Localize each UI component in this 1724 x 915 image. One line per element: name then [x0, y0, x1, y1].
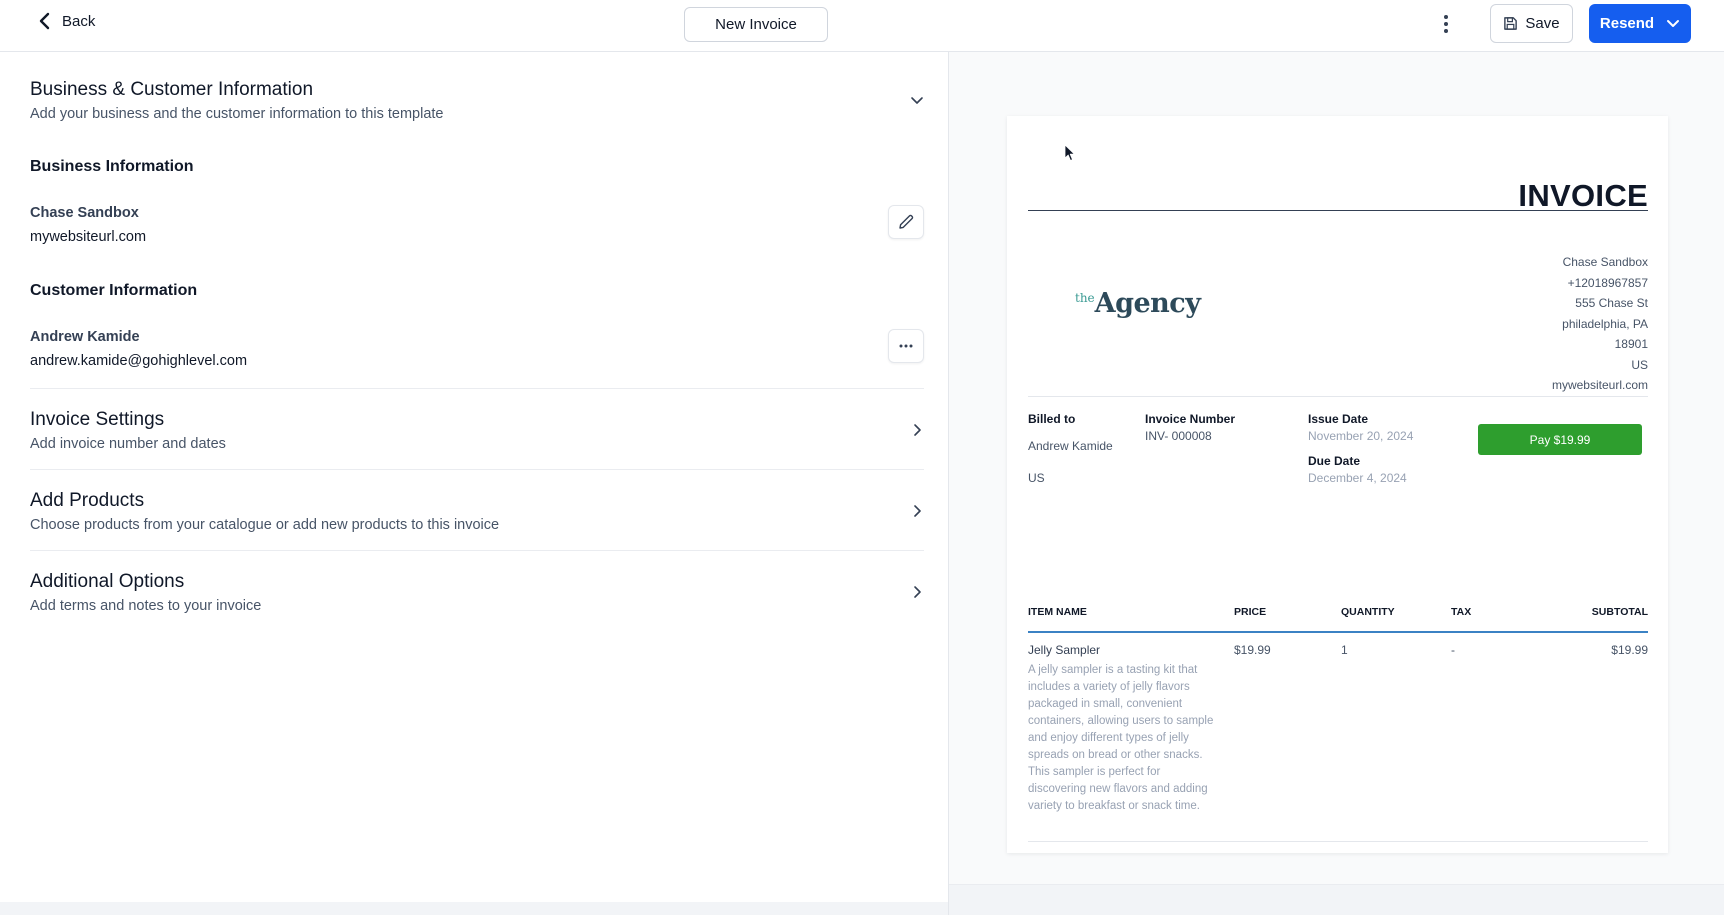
customer-name: Andrew Kamide [30, 329, 140, 345]
business-line: 555 Chase St [1575, 296, 1648, 310]
section-title: Add Products [30, 490, 145, 511]
column-header-tax: TAX [1451, 606, 1472, 618]
section-title: Additional Options [30, 571, 185, 592]
business-line: US [1631, 357, 1648, 372]
table-header-rule [1028, 631, 1648, 633]
column-header-price: PRICE [1234, 606, 1267, 618]
business-address-block: Chase Sandbox +12018967857 555 Chase St … [1552, 252, 1648, 396]
item-subtotal: $19.99 [1611, 643, 1648, 657]
chevron-down-icon[interactable] [910, 94, 924, 108]
issue-date: November 20, 2024 [1308, 429, 1414, 443]
issue-date-label: Issue Date [1308, 412, 1369, 426]
resend-button[interactable]: Resend [1589, 4, 1691, 43]
business-logo: theAgency [1075, 288, 1201, 319]
chevron-left-icon [39, 12, 50, 30]
invoice-preview: INVOICE theAgency Chase Sandbox +1201896… [1007, 116, 1668, 853]
section-business-customer[interactable]: Business & Customer Information Add your… [30, 78, 924, 124]
section-additional-options[interactable]: Additional Options Add terms and notes t… [30, 570, 924, 616]
item-description: A jelly sampler is a tasting kit that in… [1028, 664, 1214, 812]
column-header-subtotal: SUBTOTAL [1591, 606, 1648, 618]
heading-rule [1028, 210, 1648, 211]
more-options-icon[interactable] [1436, 12, 1456, 36]
section-subtitle: Add invoice number and dates [30, 436, 226, 452]
mouse-cursor-icon [1064, 144, 1075, 161]
due-date: December 4, 2024 [1308, 471, 1407, 485]
section-title: Invoice Settings [30, 409, 165, 430]
document-title[interactable]: New Invoice [684, 7, 828, 42]
chevron-right-icon[interactable] [910, 423, 924, 437]
due-date-label: Due Date [1308, 454, 1361, 468]
edit-business-button[interactable] [888, 205, 924, 239]
customer-info-heading: Customer Information [30, 282, 198, 299]
left-footer-strip [0, 902, 948, 915]
business-line: +12018967857 [1567, 275, 1648, 290]
resend-label: Resend [1599, 15, 1655, 32]
section-subtitle: Add your business and the customer infor… [30, 106, 444, 122]
business-line: 18901 [1614, 337, 1648, 351]
billed-to-label: Billed to [1028, 412, 1076, 426]
column-header-quantity: QUANTITY [1341, 606, 1395, 618]
invoice-heading: INVOICE [1518, 178, 1648, 213]
save-label: Save [1525, 15, 1560, 32]
pay-button[interactable]: Pay $19.99 [1478, 424, 1642, 455]
item-tax: - [1451, 643, 1455, 657]
save-button[interactable]: Save [1490, 4, 1573, 43]
column-header-item-name: ITEM NAME [1028, 606, 1087, 618]
customer-email: andrew.kamide@gohighlevel.com [30, 353, 248, 369]
item-price: $19.99 [1234, 643, 1271, 657]
item-quantity: 1 [1341, 643, 1348, 657]
back-label: Back [62, 12, 96, 30]
chevron-right-icon[interactable] [910, 504, 924, 518]
section-add-products[interactable]: Add Products Choose products from your c… [30, 489, 924, 535]
back-button[interactable]: Back [38, 10, 95, 32]
divider [1028, 396, 1648, 397]
logo-name: Agency [1094, 288, 1201, 319]
business-line: Chase Sandbox [1562, 255, 1648, 269]
business-website: mywebsiteurl.com [30, 229, 147, 245]
invoice-number: INV- 000008 [1145, 429, 1212, 443]
customer-options-button[interactable] [888, 329, 924, 363]
section-title: Business & Customer Information [30, 79, 314, 100]
pencil-icon [899, 214, 914, 229]
chevron-right-icon[interactable] [910, 585, 924, 599]
billed-to-country: US [1028, 471, 1045, 485]
billed-to-name: Andrew Kamide [1028, 439, 1113, 453]
editor-panel [0, 52, 948, 915]
section-subtitle: Add terms and notes to your invoice [30, 598, 262, 614]
section-separator [30, 388, 924, 389]
save-icon [1504, 17, 1518, 30]
divider [1028, 841, 1648, 842]
business-line: mywebsiteurl.com [1551, 378, 1648, 392]
chevron-down-icon [1667, 19, 1680, 27]
business-info-heading: Business Information [30, 158, 194, 175]
section-invoice-settings[interactable]: Invoice Settings Add invoice number and … [30, 408, 924, 454]
section-separator [30, 469, 924, 470]
logo-prefix: the [1075, 291, 1095, 305]
more-horizontal-icon [899, 344, 913, 348]
top-bar: Back New Invoice Save Resend [0, 0, 1724, 52]
invoice-number-label: Invoice Number [1145, 412, 1236, 426]
section-separator [30, 550, 924, 551]
item-name: Jelly Sampler [1028, 643, 1101, 657]
section-subtitle: Choose products from your catalogue or a… [30, 517, 500, 533]
business-line: philadelphia, PA [1562, 316, 1648, 331]
business-name: Chase Sandbox [30, 205, 139, 221]
preview-footer-strip [949, 884, 1724, 915]
